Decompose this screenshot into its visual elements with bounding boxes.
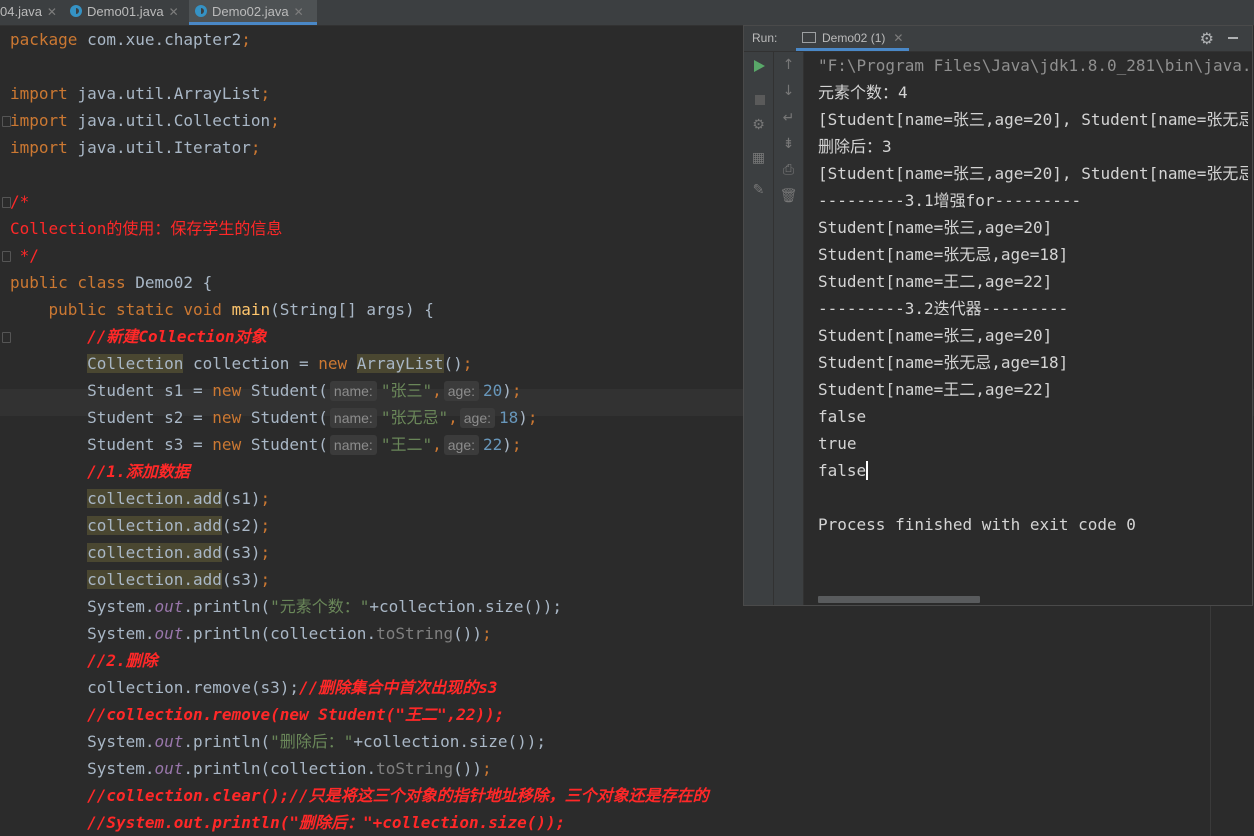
code-line-comment: */ [10,246,39,265]
run-label: Run: [752,31,778,45]
tab-label: 04.java [0,4,42,19]
run-tab-label: Demo02 (1) [822,31,886,45]
code-line-import: import java.util.ArrayList; [10,84,271,103]
console-line: [Student[name=张三,age=20], Student[name=张… [818,110,1248,129]
editor-tab-bar: 04.java ✕ Demo01.java ✕ Demo02.java ✕ [0,0,1254,26]
param-hint: name: [329,408,377,428]
code-line-comment: //2.删除 [87,651,158,670]
code-line-main: public static void main(String[] args) { [48,300,434,319]
code-line-comment: //新建Collection对象 [87,327,267,346]
console-output[interactable]: "F:\Program Files\Java\jdk1.8.0_281\bin\… [818,52,1248,582]
pin-icon[interactable]: ✎ [744,182,773,198]
code-line-student: Student s1 = new Student(name: "张三", age: 2… [87,381,522,401]
param-hint: name: [329,381,377,401]
close-icon[interactable]: ✕ [893,31,903,45]
arrow-up-icon[interactable]: ↑ [774,57,803,73]
tab-demo02-java[interactable]: Demo02.java ✕ [189,0,317,25]
console-line: Process finished with exit code 0 [818,515,1136,534]
console-line: Student[name=王二,age=22] [818,272,1053,291]
code-line-student: Student s3 = new Student(name: "王二", age: 2… [87,435,522,455]
tab-label: Demo02.java [212,4,289,19]
run-icon[interactable] [754,60,765,72]
minimize-icon[interactable] [1228,37,1238,39]
debug-icon[interactable]: ⚙ [744,117,773,133]
code-line-remove: collection.remove(s3);//删除集合中首次出现的s3 [87,678,498,697]
code-line-comment: Collection的使用：保存学生的信息 [10,219,283,238]
stop-icon[interactable] [755,95,765,105]
console-line: ---------3.1增强for--------- [818,191,1082,210]
code-line-add: collection.add(s1); [87,489,271,508]
code-line-println-tostring: System.out.println(collection.toString()… [87,624,492,643]
code-line-class-decl: public class Demo02 { [10,273,213,292]
code-line-println-after: System.out.println("删除后："+collection.siz… [87,732,547,751]
console-line: 删除后：3 [818,137,892,156]
console-line: Student[name=王二,age=22] [818,380,1053,399]
param-hint: age: [443,435,479,455]
code-line-student: Student s2 = new Student(name: "张无忌", age:… [87,408,538,428]
param-hint: age: [443,381,479,401]
gear-icon[interactable]: ⚙ [1200,29,1214,49]
param-hint: name: [329,435,377,455]
code-line-import: import java.util.Collection; [10,111,280,130]
console-line: false [818,407,867,426]
console-line: Student[name=张无忌,age=18] [818,353,1069,372]
console-icon [802,32,816,43]
console-line: Student[name=张无忌,age=18] [818,245,1069,264]
code-line-add: collection.add(s3); [87,543,271,562]
code-line-println-count: System.out.println("元素个数："+collection.si… [87,597,563,616]
run-toolbar: ⚙ ▦ ✎ [744,52,774,605]
soft-wrap-icon[interactable]: ↵ [774,110,803,126]
run-header: Run: Demo02 (1) ✕ ⚙ [744,26,1252,52]
console-line: 元素个数：4 [818,83,908,102]
java-class-icon [195,5,207,17]
tab-demo01-java[interactable]: Demo01.java ✕ [70,0,182,24]
console-line: ---------3.2迭代器--------- [818,299,1069,318]
console-toolbar: ↑ ↓ ↵ ⇟ ⎙ 🗑 [774,52,804,605]
code-line-comment: //collection.clear();//只是将这三个对象的指针地址移除，三… [87,786,709,805]
tab-label: Demo01.java [87,4,164,19]
console-line: Student[name=张三,age=20] [818,218,1053,237]
code-line-comment: //1.添加数据 [87,462,190,481]
close-icon[interactable]: ✕ [169,5,179,19]
horizontal-scrollbar[interactable] [818,596,980,603]
console-line: Student[name=张三,age=20] [818,326,1053,345]
code-line-comment: //System.out.println("删除后："+collection.s… [87,813,566,832]
text-caret [866,461,869,480]
code-line-import: import java.util.Iterator; [10,138,261,157]
code-line-println-tostring: System.out.println(collection.toString()… [87,759,492,778]
code-line-package: package com.xue.chapter2; [10,30,251,49]
close-icon[interactable]: ✕ [47,5,57,19]
scroll-to-end-icon[interactable]: ⇟ [774,136,803,152]
console-line: [Student[name=张三,age=20], Student[name=张… [818,164,1248,183]
param-hint: age: [459,408,495,428]
console-line: true [818,434,857,453]
trash-icon[interactable]: 🗑 [774,188,803,204]
print-icon[interactable]: ⎙ [774,162,803,178]
code-line-add: collection.add(s3); [87,570,271,589]
arrow-down-icon[interactable]: ↓ [774,83,803,99]
tab-04-java[interactable]: 04.java ✕ [0,0,60,24]
console-line-with-caret: false [818,461,869,480]
java-class-icon [70,5,82,17]
close-icon[interactable]: ✕ [294,5,304,19]
layout-icon[interactable]: ▦ [744,150,773,166]
code-line-comment: /* [10,192,30,211]
console-line: "F:\Program Files\Java\jdk1.8.0_281\bin\… [818,56,1248,75]
code-line-new-collection: Collection collection = new ArrayList(); [87,354,473,373]
run-config-tab[interactable]: Demo02 (1) ✕ [796,26,910,51]
code-line-comment: //collection.remove(new Student("王二",22)… [87,705,505,724]
code-line-add: collection.add(s2); [87,516,271,535]
run-tool-window: Run: Demo02 (1) ✕ ⚙ ⚙ ▦ ✎ ↑ ↓ ↵ ⇟ ⎙ 🗑 "F:… [743,25,1253,606]
